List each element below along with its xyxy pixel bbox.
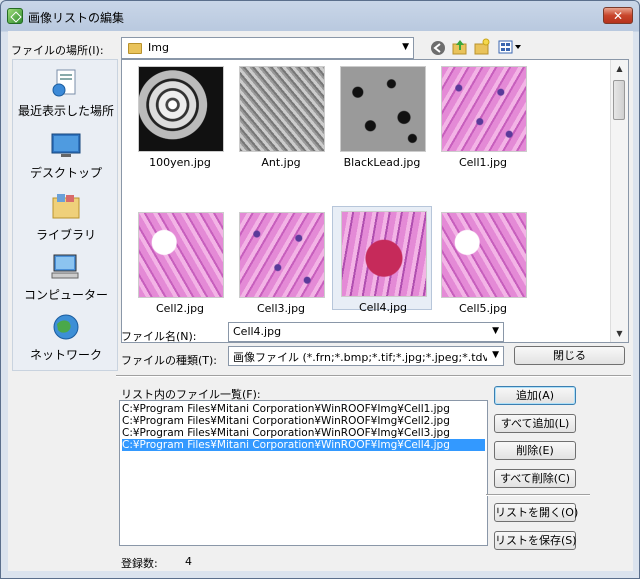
file-name: Cell4.jpg: [358, 301, 408, 314]
dialog-client: ファイルの場所(I): Img ▼ 最近表示した場所 デスクトップ ライブラリ …: [8, 31, 633, 571]
file-item[interactable]: BlackLead.jpg: [332, 62, 432, 169]
file-item[interactable]: Cell3.jpg: [231, 208, 331, 315]
close-button[interactable]: 閉じる: [514, 346, 625, 365]
list-item-selected[interactable]: C:¥Program Files¥Mitani Corporation¥WinR…: [122, 439, 485, 451]
folder-icon: [128, 43, 142, 54]
app-icon: [7, 8, 23, 24]
file-item[interactable]: 100yen.jpg: [130, 62, 230, 169]
place-recent-label: 最近表示した場所: [17, 104, 114, 118]
file-list[interactable]: C:¥Program Files¥Mitani Corporation¥WinR…: [119, 400, 488, 546]
place-desktop[interactable]: デスクトップ: [13, 130, 119, 181]
filename-value: Cell4.jpg: [233, 325, 282, 338]
delete-button[interactable]: 削除(E): [494, 441, 576, 460]
place-recent[interactable]: 最近表示した場所: [13, 68, 119, 119]
list-item[interactable]: C:¥Program Files¥Mitani Corporation¥WinR…: [122, 427, 485, 439]
place-computer[interactable]: コンピューター: [13, 252, 119, 303]
place-libraries-label: ライブラリ: [35, 228, 96, 242]
count-label: 登録数:: [121, 557, 158, 570]
title-bar[interactable]: 画像リストの編集 ✕: [1, 1, 639, 31]
file-item[interactable]: Ant.jpg: [231, 62, 331, 169]
close-window-button[interactable]: ✕: [603, 7, 633, 24]
scroll-down-icon[interactable]: ▼: [611, 325, 628, 342]
file-item[interactable]: Cell5.jpg: [433, 208, 533, 315]
thumbnail-image: [441, 212, 527, 298]
place-network-label: ネットワーク: [29, 348, 102, 362]
scroll-up-icon[interactable]: ▲: [611, 60, 628, 77]
filetype-label: ファイルの種類(T):: [121, 354, 218, 367]
save-list-button[interactable]: リストを保存(S): [494, 531, 577, 550]
separator: [486, 494, 590, 496]
up-folder-icon[interactable]: [451, 38, 469, 56]
new-folder-icon[interactable]: [473, 38, 491, 56]
thumbnail-image: [138, 212, 224, 298]
desktop-icon: [49, 130, 83, 160]
place-network[interactable]: ネットワーク: [13, 312, 119, 363]
back-icon[interactable]: [429, 39, 447, 57]
file-view-scrollbar[interactable]: ▲ ▼: [610, 60, 628, 342]
thumbnail-image: [341, 211, 427, 297]
thumbnail-image: [239, 212, 325, 298]
thumbnail-image: [340, 66, 426, 152]
filetype-combo[interactable]: 画像ファイル (*.frn;*.bmp;*.tif;*.jpg;*.jpeg;*…: [228, 346, 504, 366]
libraries-icon: [49, 192, 83, 222]
open-list-button[interactable]: リストを開く(O): [494, 503, 578, 522]
file-name: Cell3.jpg: [256, 302, 306, 315]
list-item[interactable]: C:¥Program Files¥Mitani Corporation¥WinR…: [122, 415, 485, 427]
location-combo[interactable]: Img ▼: [121, 37, 414, 59]
chevron-down-icon: ▼: [492, 326, 499, 336]
thumbnail-image: [441, 66, 527, 152]
delete-all-button[interactable]: すべて削除(C): [494, 469, 576, 488]
thumbnail-image: [138, 66, 224, 152]
list-item[interactable]: C:¥Program Files¥Mitani Corporation¥WinR…: [122, 403, 485, 415]
recent-places-icon: [49, 68, 83, 98]
place-libraries[interactable]: ライブラリ: [13, 192, 119, 243]
network-icon: [49, 312, 83, 342]
window-title: 画像リストの編集: [28, 11, 125, 25]
file-view[interactable]: 100yen.jpg Ant.jpg BlackLead.jpg Cell1.j…: [121, 59, 629, 343]
places-bar: 最近表示した場所 デスクトップ ライブラリ コンピューター ネットワーク: [12, 59, 118, 371]
filename-label: ファイル名(N):: [121, 330, 197, 343]
place-desktop-label: デスクトップ: [29, 166, 102, 180]
file-name: Cell2.jpg: [155, 302, 205, 315]
location-label: ファイルの場所(I):: [11, 44, 104, 57]
computer-icon: [49, 252, 83, 282]
file-name: Cell5.jpg: [458, 302, 508, 315]
location-value: Img: [148, 41, 169, 54]
scroll-thumb[interactable]: [613, 80, 625, 120]
place-computer-label: コンピューター: [23, 288, 108, 302]
file-item-selected[interactable]: Cell4.jpg: [332, 206, 432, 314]
dialog-window: 画像リストの編集 ✕ ファイルの場所(I): Img ▼ 最近表示した場所 デス…: [0, 0, 640, 579]
filetype-value: 画像ファイル (*.frn;*.bmp;*.tif;*.jpg;*.jpeg;*…: [233, 351, 487, 364]
thumbnail-image: [239, 66, 325, 152]
filename-combo[interactable]: Cell4.jpg ▼: [228, 322, 504, 342]
file-name: BlackLead.jpg: [343, 156, 421, 169]
file-name: 100yen.jpg: [149, 156, 211, 169]
file-name: Cell1.jpg: [458, 156, 508, 169]
count-value: 4: [185, 555, 192, 568]
file-name: Ant.jpg: [261, 156, 301, 169]
file-item[interactable]: Cell2.jpg: [130, 208, 230, 315]
chevron-down-icon: ▼: [402, 42, 409, 52]
file-item[interactable]: Cell1.jpg: [433, 62, 533, 169]
add-button[interactable]: 追加(A): [494, 386, 576, 405]
add-all-button[interactable]: すべて追加(L): [494, 414, 576, 433]
chevron-down-icon: ▼: [492, 350, 499, 360]
view-menu-icon[interactable]: [497, 38, 523, 56]
separator: [116, 375, 631, 377]
